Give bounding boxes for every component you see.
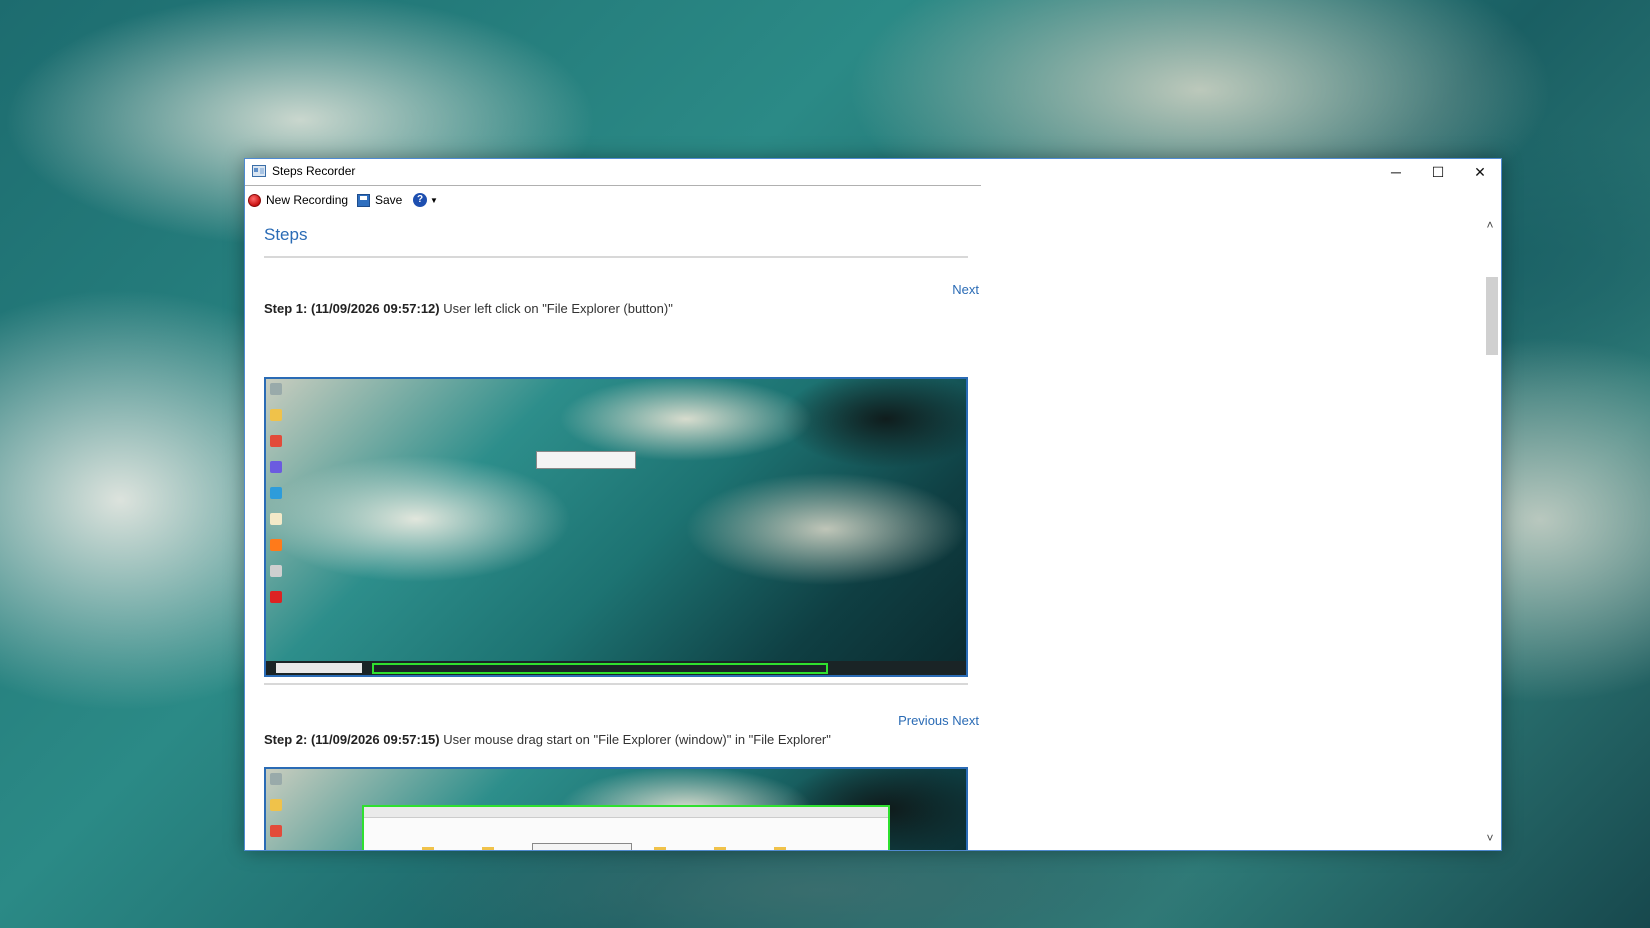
steps-content: Steps Next Step 1: (11/09/2026 09:57:12)… bbox=[245, 213, 1479, 850]
edge-icon bbox=[270, 487, 282, 499]
mini-steps-recorder-popup bbox=[532, 843, 632, 850]
document-icon bbox=[270, 565, 282, 577]
save-label: Save bbox=[375, 193, 403, 207]
mini-desktop-icons bbox=[270, 773, 286, 850]
toolbar: New Recording Save ? ▼ bbox=[245, 185, 981, 214]
chevron-down-icon: ▼ bbox=[430, 195, 438, 205]
step-2-description: User mouse drag start on "File Explorer … bbox=[439, 732, 831, 747]
mini-desktop-icons bbox=[270, 383, 286, 617]
vertical-scrollbar[interactable]: ˄ ˅ bbox=[1479, 213, 1501, 850]
help-icon: ? bbox=[413, 193, 427, 207]
folder-icon bbox=[270, 409, 282, 421]
folder-icon bbox=[270, 799, 282, 811]
step-2-text: Step 2: (11/09/2026 09:57:15) User mouse… bbox=[264, 732, 831, 747]
save-button[interactable]: Save bbox=[357, 191, 402, 209]
help-button[interactable]: ? ▼ bbox=[413, 191, 438, 209]
mini-steps-recorder-popup bbox=[536, 451, 636, 469]
click-highlight bbox=[372, 663, 828, 674]
recycle-bin-icon bbox=[270, 383, 282, 395]
file-icon bbox=[270, 513, 282, 525]
step-2-nav-links[interactable]: Previous Next bbox=[898, 713, 979, 728]
chrome-icon bbox=[270, 435, 282, 447]
step-2-header: Step 2: (11/09/2026 09:57:15) bbox=[264, 732, 440, 747]
steps-recorder-window: Steps Recorder ─ ☐ ✕ New Recording Save … bbox=[244, 158, 1502, 851]
app-icon bbox=[270, 591, 282, 603]
record-icon bbox=[248, 193, 261, 207]
steps-recorder-icon bbox=[252, 165, 266, 177]
firefox-icon bbox=[270, 539, 282, 551]
title-bar[interactable]: Steps Recorder ─ ☐ ✕ bbox=[245, 159, 1501, 185]
folder-icon bbox=[422, 847, 434, 850]
step-2-screenshot bbox=[264, 767, 968, 850]
scroll-up-button[interactable]: ˄ bbox=[1479, 215, 1501, 235]
chrome-icon bbox=[270, 825, 282, 837]
divider bbox=[264, 683, 968, 685]
step-1-description: User left click on "File Explorer (butto… bbox=[439, 301, 673, 316]
folder-icon bbox=[654, 847, 666, 850]
scroll-thumb[interactable] bbox=[1486, 277, 1498, 355]
page-title: Steps bbox=[264, 225, 308, 244]
window-title: Steps Recorder bbox=[272, 164, 356, 178]
step-1-header: Step 1: (11/09/2026 09:57:12) bbox=[264, 301, 440, 316]
recycle-bin-icon bbox=[270, 773, 282, 785]
scroll-down-button[interactable]: ˅ bbox=[1479, 828, 1501, 848]
new-recording-label: New Recording bbox=[266, 193, 349, 207]
folder-icon bbox=[774, 847, 786, 850]
folder-icon bbox=[714, 847, 726, 850]
step-1-text: Step 1: (11/09/2026 09:57:12) User left … bbox=[264, 301, 673, 316]
app-icon bbox=[270, 461, 282, 473]
divider bbox=[264, 256, 968, 258]
mini-search-box bbox=[276, 663, 362, 673]
folder-icon bbox=[482, 847, 494, 850]
save-icon bbox=[357, 193, 370, 207]
mini-taskbar bbox=[266, 661, 966, 675]
step-1-screenshot bbox=[264, 377, 968, 677]
mini-file-explorer-window bbox=[362, 805, 890, 850]
mini-window-titlebar bbox=[364, 807, 888, 818]
close-button[interactable]: ✕ bbox=[1459, 159, 1501, 185]
step-1-nav-link[interactable]: Next bbox=[952, 282, 979, 297]
maximize-button[interactable]: ☐ bbox=[1417, 159, 1459, 185]
minimize-button[interactable]: ─ bbox=[1375, 159, 1417, 185]
new-recording-button[interactable]: New Recording bbox=[248, 191, 348, 209]
